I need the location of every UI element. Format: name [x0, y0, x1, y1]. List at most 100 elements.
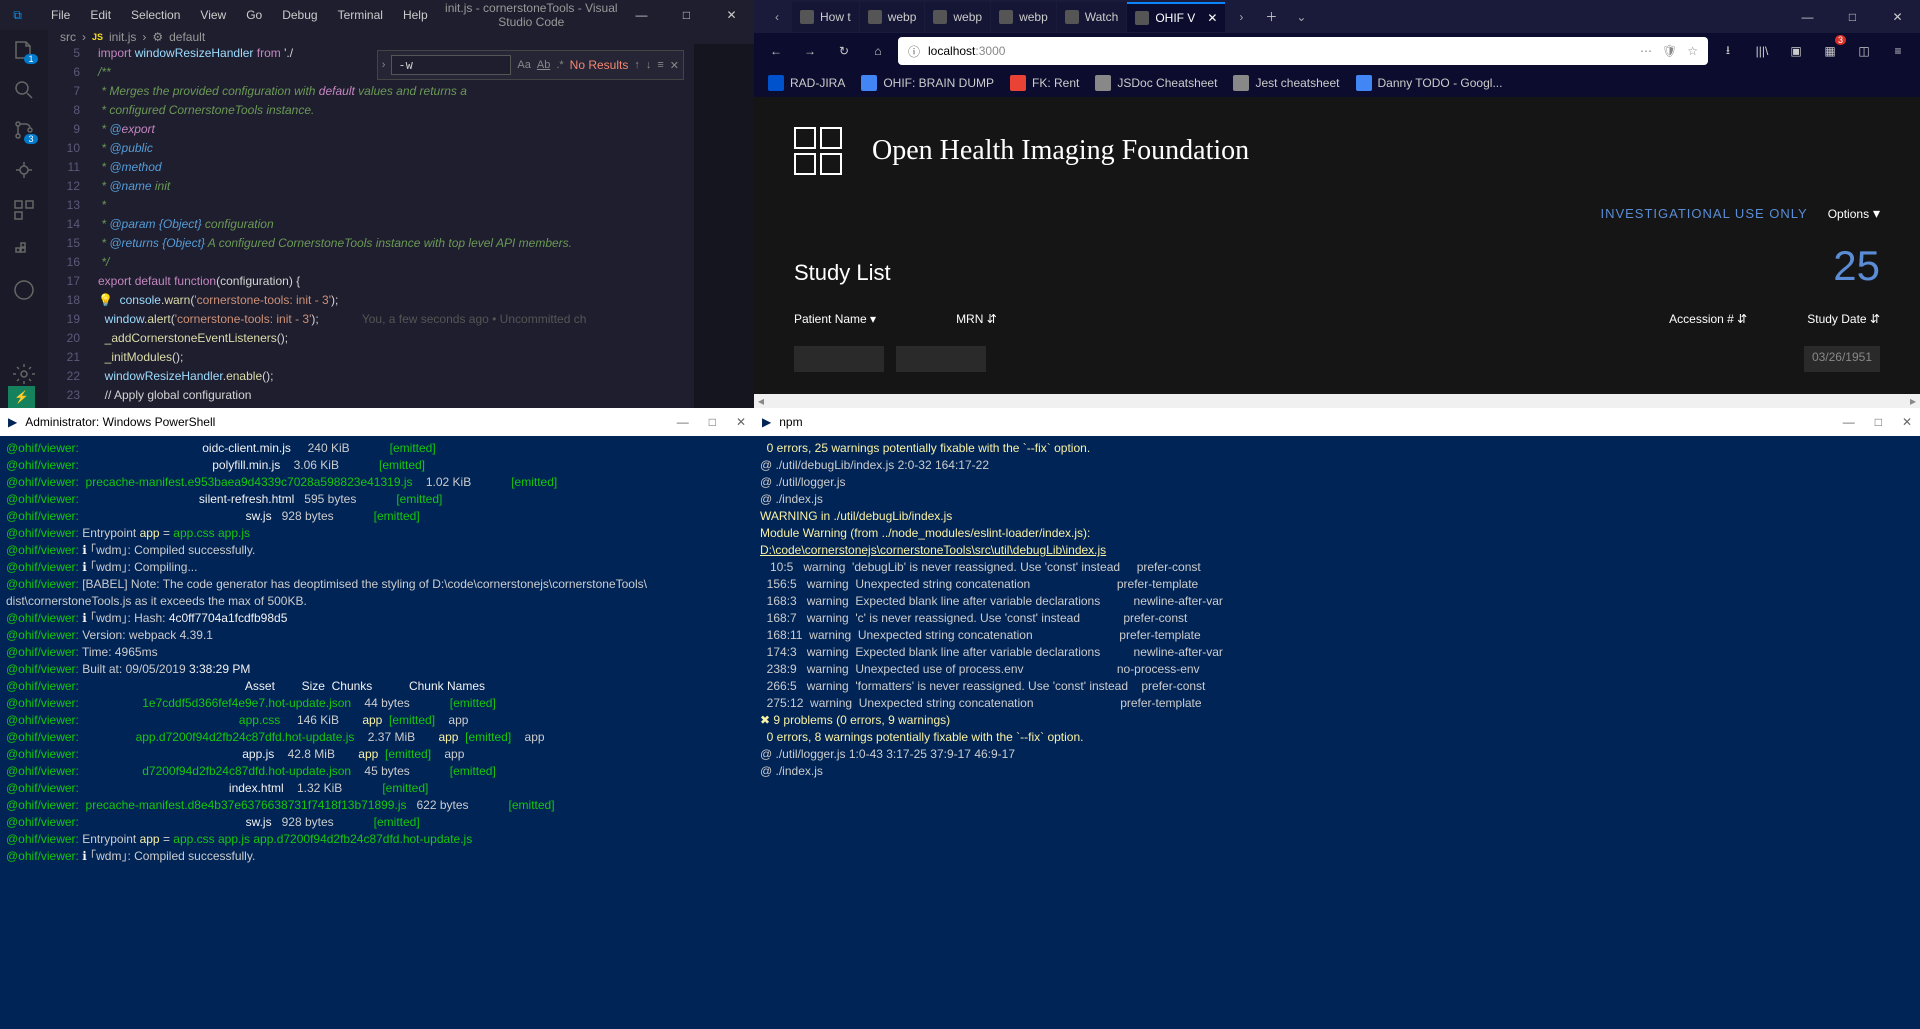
- minimize-button[interactable]: —: [1843, 415, 1855, 429]
- tab-list-icon[interactable]: ⌄: [1286, 2, 1316, 32]
- breadcrumb-item[interactable]: src: [60, 30, 76, 44]
- breadcrumb-item[interactable]: default: [169, 30, 205, 44]
- bookmarks-bar: RAD-JIRAOHIF: BRAIN DUMPFK: RentJSDoc Ch…: [754, 69, 1920, 97]
- close-button[interactable]: ✕: [1875, 0, 1920, 33]
- url-bar[interactable]: ⓘ localhost:3000 ⋯ 🛡 ☆: [898, 37, 1708, 65]
- minimize-button[interactable]: —: [677, 415, 689, 429]
- maximize-button[interactable]: □: [1830, 0, 1875, 33]
- menu-file[interactable]: File: [43, 4, 78, 26]
- maximize-button[interactable]: □: [709, 415, 716, 429]
- docker-icon[interactable]: [12, 238, 36, 262]
- tab-label: OHIF V: [1155, 11, 1195, 25]
- filter-date[interactable]: 03/26/1951: [1804, 346, 1880, 372]
- minimap[interactable]: [694, 44, 754, 408]
- tab-label: How t: [820, 10, 851, 24]
- scm-icon[interactable]: 3: [12, 118, 36, 142]
- header-mrn[interactable]: MRN ⇵: [956, 312, 997, 326]
- bookmark-item[interactable]: Jest cheatsheet: [1227, 72, 1345, 94]
- bookmark-favicon-icon: [861, 75, 877, 91]
- minimize-button[interactable]: —: [1785, 0, 1830, 33]
- breadcrumb-item[interactable]: init.js: [109, 30, 136, 44]
- browser-tab[interactable]: OHIF V ✕: [1127, 2, 1225, 32]
- close-button[interactable]: ✕: [736, 415, 746, 429]
- terminal-titlebar: ▶ npm —□✕: [754, 408, 1920, 436]
- menu-debug[interactable]: Debug: [274, 4, 325, 26]
- browser-tab[interactable]: webp: [925, 2, 990, 32]
- header-study-date[interactable]: Study Date ⇵: [1807, 312, 1880, 326]
- maximize-button[interactable]: □: [1875, 415, 1882, 429]
- search-icon[interactable]: [12, 78, 36, 102]
- containers-icon[interactable]: ◫: [1850, 37, 1878, 65]
- menu-view[interactable]: View: [192, 4, 234, 26]
- page-action-icon[interactable]: ⋯: [1640, 44, 1652, 58]
- tab-close-icon[interactable]: ✕: [1207, 11, 1217, 25]
- menu-selection[interactable]: Selection: [123, 4, 188, 26]
- terminal-title: npm: [779, 415, 802, 429]
- tab-back-icon[interactable]: ‹: [762, 2, 792, 32]
- expand-find-icon[interactable]: ›: [382, 59, 386, 71]
- study-list-title: Study List: [794, 260, 891, 286]
- bookmark-label: Danny TODO - Googl...: [1378, 76, 1503, 90]
- close-button[interactable]: ✕: [709, 0, 754, 30]
- options-dropdown[interactable]: Options ▾: [1828, 205, 1880, 222]
- menu-help[interactable]: Help: [395, 4, 436, 26]
- find-prev-icon[interactable]: ↑: [634, 59, 640, 71]
- bookmark-item[interactable]: RAD-JIRA: [762, 72, 851, 94]
- bookmark-star-icon[interactable]: ☆: [1687, 44, 1698, 58]
- bookmark-item[interactable]: OHIF: BRAIN DUMP: [855, 72, 1000, 94]
- minimize-button[interactable]: —: [619, 0, 664, 30]
- regex-icon[interactable]: .*: [556, 59, 563, 71]
- editor-content[interactable]: 5678910111213141516171819202122232425 im…: [48, 44, 754, 408]
- reload-button[interactable]: ↻: [830, 37, 858, 65]
- screenshot-icon[interactable]: ▣: [1782, 37, 1810, 65]
- vscode-logo-icon: ⧉: [0, 8, 35, 23]
- terminal-output[interactable]: @ohif/viewer: oidc-client.min.js 240 KiB…: [0, 436, 754, 1029]
- close-button[interactable]: ✕: [1902, 415, 1912, 429]
- filter-mrn[interactable]: [896, 346, 986, 372]
- find-input[interactable]: [391, 55, 511, 75]
- browser-tab[interactable]: Watch: [1057, 2, 1127, 32]
- new-tab-button[interactable]: ＋: [1256, 8, 1286, 25]
- forward-button[interactable]: →: [796, 37, 824, 65]
- settings-gear-icon[interactable]: [12, 362, 36, 386]
- find-close-icon[interactable]: ✕: [670, 59, 679, 72]
- h-scrollbar[interactable]: ◂▸: [754, 394, 1920, 408]
- case-icon[interactable]: Aa: [517, 59, 530, 71]
- menu-go[interactable]: Go: [238, 4, 270, 26]
- filter-patient-name[interactable]: [794, 346, 884, 372]
- bookmark-item[interactable]: FK: Rent: [1004, 72, 1085, 94]
- word-icon[interactable]: Ab: [537, 59, 550, 71]
- npm-window: ▶ npm —□✕ 0 errors, 25 warnings potentia…: [754, 408, 1920, 1029]
- downloads-icon[interactable]: ⭳: [1714, 37, 1742, 65]
- find-selection-icon[interactable]: ≡: [657, 59, 663, 71]
- library-icon[interactable]: |||\: [1748, 37, 1776, 65]
- remote-icon[interactable]: [12, 278, 36, 302]
- browser-tab[interactable]: webp: [860, 2, 925, 32]
- browser-tab[interactable]: How t: [792, 2, 859, 32]
- debug-icon[interactable]: [12, 158, 36, 182]
- vscode-window: ⧉ FileEditSelectionViewGoDebugTerminalHe…: [0, 0, 754, 408]
- reader-icon[interactable]: 🛡: [1662, 44, 1677, 58]
- powershell-window: ▶ Administrator: Windows PowerShell —□✕ …: [0, 408, 754, 1029]
- find-next-icon[interactable]: ↓: [646, 59, 652, 71]
- home-button[interactable]: ⌂: [864, 37, 892, 65]
- header-patient-name[interactable]: Patient Name ▾: [794, 312, 876, 326]
- menu-edit[interactable]: Edit: [82, 4, 119, 26]
- menu-icon[interactable]: ≡: [1884, 37, 1912, 65]
- maximize-button[interactable]: □: [664, 0, 709, 30]
- tab-forward-icon[interactable]: ›: [1226, 2, 1256, 32]
- explorer-icon[interactable]: 1: [12, 38, 36, 62]
- breadcrumb[interactable]: src›JS init.js›⚙ default: [48, 30, 754, 44]
- menu-terminal[interactable]: Terminal: [330, 4, 391, 26]
- browser-tab[interactable]: webp: [991, 2, 1056, 32]
- header-accession[interactable]: Accession # ⇵: [1669, 312, 1747, 326]
- extension-icon[interactable]: ▦3: [1816, 37, 1844, 65]
- bookmark-item[interactable]: JSDoc Cheatsheet: [1089, 72, 1223, 94]
- explorer-badge: 1: [24, 54, 38, 64]
- back-button[interactable]: ←: [762, 37, 790, 65]
- extensions-icon[interactable]: [12, 198, 36, 222]
- remote-indicator[interactable]: ⚡: [8, 386, 35, 408]
- bookmark-item[interactable]: Danny TODO - Googl...: [1350, 72, 1509, 94]
- terminal-output[interactable]: 0 errors, 25 warnings potentially fixabl…: [754, 436, 1920, 1029]
- site-info-icon[interactable]: ⓘ: [908, 43, 920, 60]
